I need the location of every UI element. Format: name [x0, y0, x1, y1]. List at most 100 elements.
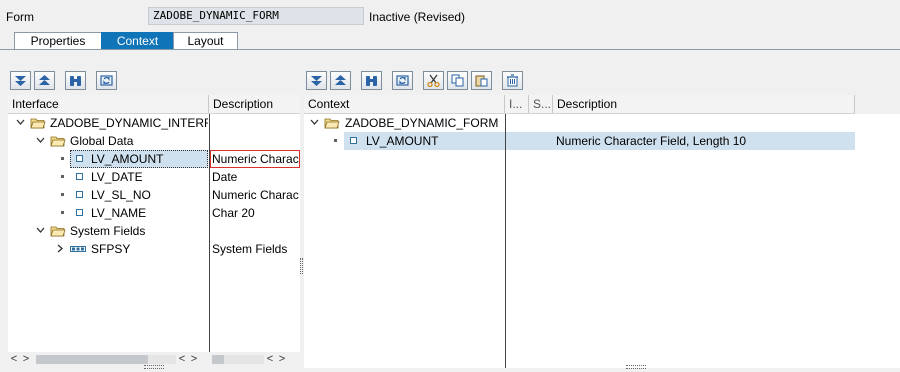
form-header: Form ZADOBE_DYNAMIC_FORM Inactive (Revis… — [0, 0, 900, 32]
folder-open-icon — [30, 118, 46, 129]
tree-row[interactable]: System Fields — [8, 222, 300, 240]
interface-panel: Interface Description ZADOBE_DYNAMIC_INT… — [8, 68, 300, 369]
scroll-left-icon[interactable]: < — [8, 353, 20, 365]
scroll-thumb[interactable] — [36, 354, 148, 364]
context-toolbar — [306, 71, 523, 93]
context-tree: ZADOBE_DYNAMIC_FORM LV_AMOUNT Numeric Ch… — [304, 114, 900, 368]
refresh-button[interactable] — [392, 71, 413, 90]
tree-node-label: LV_DATE — [91, 170, 143, 184]
cut-button[interactable] — [423, 71, 444, 90]
column-context[interactable]: Context — [304, 95, 505, 113]
collapse-all-button[interactable] — [34, 71, 55, 90]
collapse-all-icon — [39, 75, 50, 85]
paste-icon — [475, 75, 488, 87]
tree-node-label: Global Data — [70, 134, 134, 148]
copy-button[interactable] — [447, 71, 468, 90]
tree-node-label: LV_SL_NO — [91, 188, 151, 202]
delete-button[interactable] — [502, 71, 523, 90]
tree-node-description: Numeric Character Field, Length 10 — [212, 152, 299, 166]
chevron-right-icon[interactable] — [56, 244, 65, 253]
column-i[interactable]: I... — [505, 95, 529, 113]
context-column-header: Context I... S... Description — [304, 95, 855, 114]
collapse-all-button[interactable] — [330, 71, 351, 90]
tree-node-label: LV_AMOUNT — [91, 152, 164, 166]
tree-node-label: ZADOBE_DYNAMIC_INTERFACE — [50, 116, 208, 130]
form-status: Inactive (Revised) — [369, 10, 466, 24]
find-icon — [366, 76, 377, 86]
field-icon — [76, 173, 83, 180]
tab-properties[interactable]: Properties — [14, 32, 102, 49]
panel-splitter-grip[interactable] — [300, 258, 303, 274]
tree-row-selected[interactable]: LV_AMOUNT Numeric Character Field, Lengt… — [8, 150, 300, 168]
find-button[interactable] — [65, 71, 86, 90]
resize-grip[interactable] — [144, 365, 164, 369]
tree-bullet — [61, 175, 64, 178]
refresh-button[interactable] — [96, 71, 117, 90]
form-name-field[interactable]: ZADOBE_DYNAMIC_FORM — [148, 7, 364, 25]
expand-all-icon — [311, 76, 322, 86]
tree-row[interactable]: LV_NAME Char 20 — [8, 204, 300, 222]
resize-grip[interactable] — [626, 365, 646, 369]
expand-all-button[interactable] — [10, 71, 31, 90]
field-icon — [76, 209, 83, 216]
field-icon — [76, 155, 83, 162]
tree-bullet — [61, 211, 64, 214]
tree-node-description: System Fields — [212, 242, 288, 256]
tree-node-description: Date — [212, 170, 238, 184]
form-label: Form — [6, 10, 34, 24]
scroll-left-icon[interactable]: < — [176, 353, 188, 365]
scroll-right-icon[interactable]: > — [188, 353, 200, 365]
tree-node-description: Numeric Character Field, Length 10 — [556, 134, 747, 148]
chevron-down-icon[interactable] — [16, 118, 25, 127]
tab-divider — [0, 49, 900, 50]
folder-open-icon — [324, 118, 340, 129]
column-s[interactable]: S... — [529, 95, 553, 113]
description-hscrollbar[interactable]: < > — [212, 352, 300, 366]
interface-toolbar — [10, 71, 117, 93]
scroll-right-icon[interactable]: > — [20, 353, 32, 365]
tree-row-selected[interactable]: LV_AMOUNT Numeric Character Field, Lengt… — [334, 132, 855, 150]
interface-hscrollbar[interactable]: < > < > — [8, 352, 209, 366]
column-divider — [505, 114, 506, 368]
collapse-all-icon — [335, 75, 346, 85]
tree-row[interactable]: ZADOBE_DYNAMIC_INTERFACE — [8, 114, 300, 132]
tree-node-label: LV_AMOUNT — [366, 134, 439, 148]
copy-icon — [451, 74, 464, 87]
tab-layout[interactable]: Layout — [173, 32, 238, 49]
column-divider — [209, 114, 210, 352]
chevron-down-icon[interactable] — [36, 136, 45, 145]
folder-open-icon — [50, 226, 66, 237]
expand-all-icon — [15, 76, 26, 86]
tree-bullet — [61, 157, 64, 160]
field-icon — [76, 191, 83, 198]
folder-open-icon — [50, 136, 66, 147]
tree-row[interactable]: LV_DATE Date — [8, 168, 300, 186]
expand-all-button[interactable] — [306, 71, 327, 90]
context-panel: Context I... S... Description ZADOBE_DYN… — [304, 68, 900, 369]
scroll-left-icon[interactable]: < — [264, 353, 276, 365]
find-button[interactable] — [361, 71, 382, 90]
tree-node-label: SFPSY — [91, 242, 131, 256]
scroll-thumb[interactable] — [212, 354, 224, 364]
scroll-track[interactable] — [212, 354, 264, 364]
interface-column-header: Interface Description — [8, 95, 300, 114]
chevron-down-icon[interactable] — [310, 118, 319, 127]
tree-row[interactable]: Global Data — [8, 132, 300, 150]
tab-context[interactable]: Context — [101, 32, 174, 49]
chevron-down-icon[interactable] — [36, 226, 45, 235]
tree-node-label: System Fields — [70, 224, 146, 238]
scroll-track[interactable] — [36, 354, 176, 364]
tab-strip: Properties Context Layout — [14, 32, 238, 49]
column-description[interactable]: Description — [209, 95, 300, 113]
column-description[interactable]: Description — [553, 95, 855, 113]
scroll-right-icon[interactable]: > — [276, 353, 288, 365]
find-icon — [70, 76, 81, 86]
column-interface[interactable]: Interface — [8, 95, 209, 113]
tree-row[interactable]: ZADOBE_DYNAMIC_FORM — [304, 114, 855, 132]
paste-button[interactable] — [471, 71, 492, 90]
tree-row[interactable]: LV_SL_NO Numeric Character Field — [8, 186, 300, 204]
interface-tree: ZADOBE_DYNAMIC_INTERFACE Global Data LV_… — [8, 114, 300, 352]
structure-icon — [70, 246, 86, 252]
tree-row[interactable]: SFPSY System Fields — [8, 240, 300, 258]
refresh-icon — [396, 75, 409, 86]
